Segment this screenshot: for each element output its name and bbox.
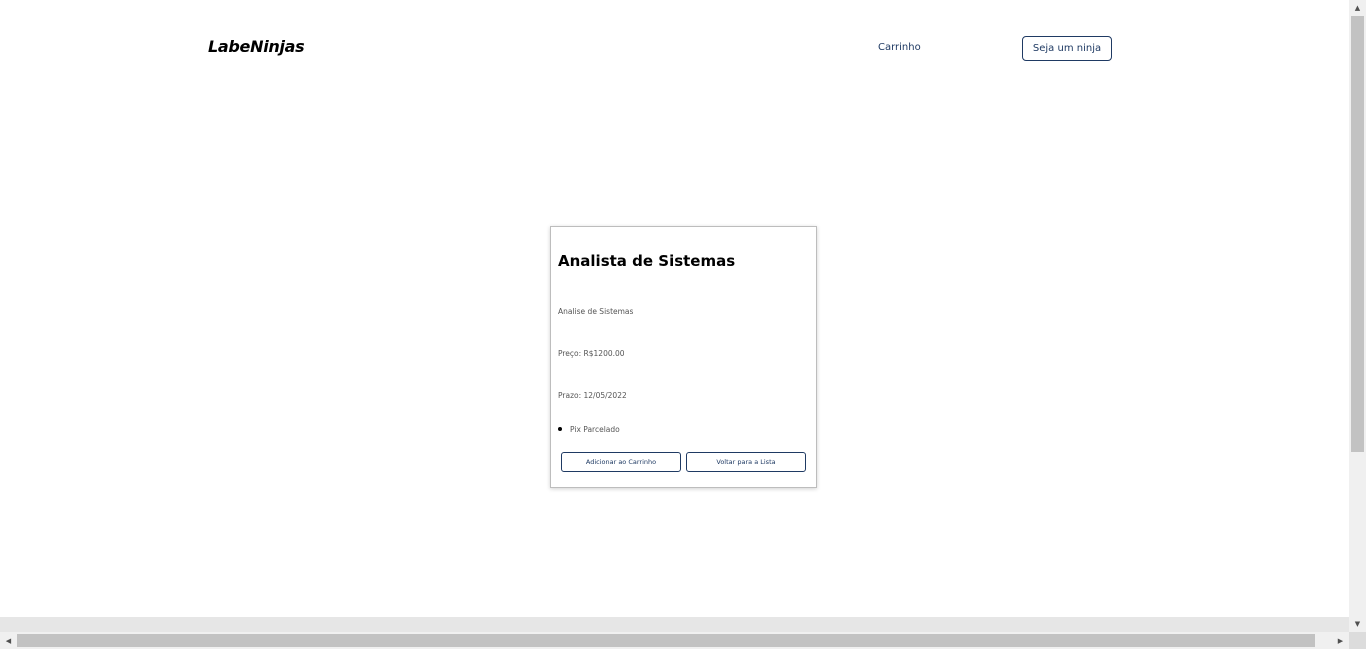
- site-logo[interactable]: LabeNinjas: [208, 37, 305, 56]
- back-to-list-button[interactable]: Voltar para a Lista: [686, 452, 806, 472]
- scroll-down-arrow-icon[interactable]: ▼: [1349, 616, 1366, 632]
- page-viewport: LabeNinjas Carrinho Seja um ninja Analis…: [0, 0, 1349, 632]
- scroll-left-arrow-icon[interactable]: ◀: [0, 632, 17, 649]
- scroll-up-arrow-icon[interactable]: ▲: [1349, 0, 1366, 16]
- horizontal-scroll-thumb[interactable]: [17, 634, 1315, 647]
- add-to-cart-button[interactable]: Adicionar ao Carrinho: [561, 452, 681, 472]
- payment-method-item: Pix Parcelado: [558, 424, 620, 435]
- scrollbar-corner: [1349, 632, 1366, 649]
- payment-methods-list: Pix Parcelado: [558, 424, 620, 435]
- cart-link[interactable]: Carrinho: [878, 42, 921, 53]
- service-description: Analise de Sistemas: [558, 307, 634, 316]
- horizontal-scrollbar[interactable]: ◀ ▶: [0, 632, 1349, 649]
- site-header: LabeNinjas Carrinho Seja um ninja: [0, 0, 1349, 97]
- become-ninja-button[interactable]: Seja um ninja: [1022, 36, 1112, 61]
- service-title: Analista de Sistemas: [558, 252, 736, 270]
- vertical-scroll-thumb[interactable]: [1351, 16, 1364, 452]
- scroll-right-arrow-icon[interactable]: ▶: [1332, 632, 1349, 649]
- service-detail-card: Analista de Sistemas Analise de Sistemas…: [550, 226, 817, 488]
- horizontal-scroll-band: [0, 617, 1349, 632]
- payment-method-label: Pix Parcelado: [570, 425, 620, 434]
- vertical-scrollbar[interactable]: ▲ ▼: [1349, 0, 1366, 632]
- bullet-icon: [558, 427, 562, 431]
- service-price: Preço: R$1200.00: [558, 349, 625, 358]
- service-deadline: Prazo: 12/05/2022: [558, 391, 627, 400]
